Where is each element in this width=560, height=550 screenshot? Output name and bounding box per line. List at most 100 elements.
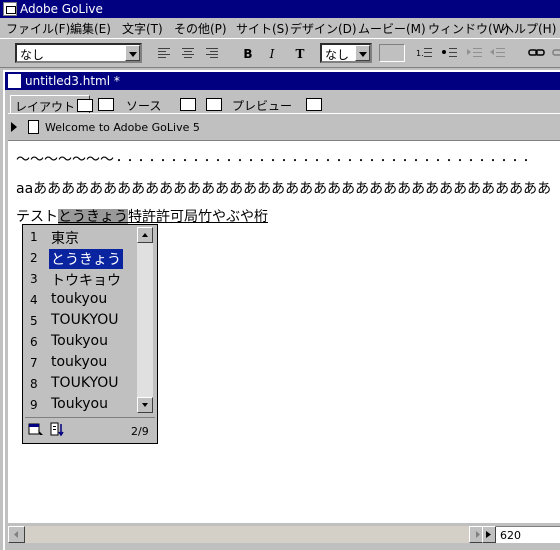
candidate-item[interactable]: 6 Toukyou (27, 332, 133, 353)
window-width-value: 620 (500, 529, 521, 542)
app-titlebar: Adobe GoLive (0, 0, 560, 18)
candidate-number: 1 (30, 230, 38, 244)
menu-edit[interactable]: 編集(E) (70, 20, 111, 37)
tab-outline[interactable] (198, 95, 224, 113)
source-view-icon (180, 98, 196, 111)
unlink-icon[interactable] (552, 46, 560, 59)
font-size-select[interactable]: なし (320, 43, 372, 63)
teletype-button[interactable]: T (289, 45, 311, 63)
paragraph-format-select[interactable]: なし (15, 43, 142, 63)
candidate-text: TOUKYOU (51, 312, 119, 328)
paragraph-format-value: なし (20, 48, 45, 62)
candidate-text: toukyou (51, 354, 108, 370)
tab-source[interactable]: ソース (122, 95, 198, 113)
document-title: untitled3.html * (25, 74, 120, 88)
candidate-item-selected[interactable]: 2 とうきょう (27, 248, 133, 269)
tab-frame[interactable] (90, 95, 116, 113)
breadcrumb: Welcome to Adobe GoLive 5 (8, 118, 560, 138)
link-icon[interactable] (528, 46, 546, 59)
menu-design[interactable]: デザイン(D) (290, 20, 357, 37)
candidate-item[interactable]: 4 toukyou (27, 290, 133, 311)
svg-text:1.: 1. (416, 49, 424, 58)
chevron-down-icon[interactable] (355, 45, 370, 61)
scroll-up-button[interactable] (137, 227, 153, 243)
candidate-item[interactable]: 1 東京 (27, 227, 133, 248)
tab-preview-label: プレビュー (232, 99, 293, 113)
candidate-text: Toukyou (51, 396, 108, 412)
color-field[interactable] (379, 44, 405, 62)
menu-window[interactable]: ウィンドウ(W) (428, 20, 509, 37)
ime-composition-selected: とうきょう (58, 209, 128, 225)
candidate-number: 7 (30, 356, 38, 370)
candidate-item[interactable]: 3 トウキョウ (27, 269, 133, 290)
candidate-properties-icon[interactable] (28, 422, 44, 437)
bulleted-list-icon[interactable] (441, 46, 457, 59)
align-left-icon[interactable] (158, 47, 170, 59)
menu-bar: ファイル(F) 編集(E) 文字(T) その他(P) サイト(S) デザイン(D… (0, 18, 560, 38)
align-center-icon[interactable] (182, 47, 194, 59)
menu-type[interactable]: 文字(T) (122, 20, 163, 37)
tab-preview[interactable]: プレビュー (228, 95, 330, 113)
candidate-scrollbar[interactable] (137, 227, 153, 413)
menu-file[interactable]: ファイル(F) (6, 20, 70, 37)
candidate-number: 9 (30, 398, 38, 412)
window-width-field[interactable]: 620 (496, 526, 560, 543)
text-line-2: aaあああああああああああああああああああああああああああああああああああああ (16, 181, 552, 197)
app-title: Adobe GoLive (20, 2, 103, 16)
candidate-number: 6 (30, 335, 38, 349)
candidate-sort-icon[interactable] (50, 422, 66, 437)
dots-text: ・・・・・・・・・・・・・・・・・・・・・・・・・・・・・・・・・・・・・・ (114, 156, 532, 167)
italic-button[interactable]: I (261, 45, 283, 63)
candidate-item[interactable]: 9 Toukyou (27, 395, 133, 416)
candidate-text: toukyou (51, 291, 108, 307)
popup-divider (25, 417, 155, 418)
candidate-number: 8 (30, 377, 38, 391)
page-icon (28, 120, 39, 134)
menu-site[interactable]: サイト(S) (236, 20, 289, 37)
window-size-button[interactable] (482, 526, 496, 543)
tab-source-label: ソース (126, 99, 162, 113)
candidate-number: 5 (30, 314, 38, 328)
candidate-item[interactable]: 7 toukyou (27, 353, 133, 374)
candidate-item[interactable]: 8 TOUKYOU (27, 374, 133, 395)
chevron-down-icon[interactable] (125, 45, 140, 61)
menu-special[interactable]: その他(P) (174, 20, 227, 37)
app-icon (3, 2, 17, 16)
horizontal-scrollbar[interactable] (8, 526, 486, 543)
ime-composition-rest: 特許許可局竹やぶや桁 (128, 209, 268, 225)
candidate-number: 3 (30, 272, 38, 286)
frame-view-icon (98, 98, 114, 111)
numbered-list-icon[interactable]: 1. (416, 46, 432, 59)
candidate-text: Toukyou (51, 333, 108, 349)
candidate-number: 4 (30, 293, 38, 307)
preview-view-icon (306, 98, 322, 111)
candidate-text: TOUKYOU (51, 375, 119, 391)
font-size-value: なし (325, 48, 350, 62)
indent-icon[interactable] (466, 46, 482, 59)
candidate-page-indicator: 2/9 (131, 425, 149, 438)
text-prefix: テスト (16, 209, 58, 225)
candidate-text: トウキョウ (51, 273, 121, 289)
candidate-text: 東京 (51, 231, 79, 247)
align-right-icon[interactable] (206, 47, 218, 59)
document-titlebar: untitled3.html * (5, 72, 560, 90)
html-file-icon (8, 74, 21, 88)
menu-movie[interactable]: ムービー(M) (358, 20, 426, 37)
scroll-left-button[interactable] (8, 526, 25, 543)
outdent-icon[interactable] (489, 46, 505, 59)
candidate-item[interactable]: 5 TOUKYOU (27, 311, 133, 332)
text-line-1: 〜〜〜〜〜〜〜・・・・・・・・・・・・・・・・・・・・・・・・・・・・・・・・・… (16, 149, 532, 169)
tilde-text: 〜〜〜〜〜〜〜 (16, 152, 114, 168)
menu-help[interactable]: ヘルプ(H) (502, 20, 556, 37)
outline-view-icon (206, 98, 222, 111)
scroll-down-button[interactable] (137, 397, 153, 413)
bold-button[interactable]: B (237, 45, 259, 63)
candidate-text: とうきょう (49, 249, 123, 269)
candidate-number: 2 (30, 251, 38, 265)
tab-divider (8, 113, 560, 114)
text-line-3: テストとうきょう特許許可局竹やぶや桁 (16, 206, 268, 226)
candidate-list: 1 東京 2 とうきょう 3 トウキョウ 4 toukyou 5 TOUKYOU 6 Tou… (25, 227, 136, 413)
triangle-right-icon[interactable] (11, 122, 17, 132)
tab-layout[interactable]: レイアウト (10, 95, 93, 114)
breadcrumb-page-title[interactable]: Welcome to Adobe GoLive 5 (45, 121, 200, 134)
